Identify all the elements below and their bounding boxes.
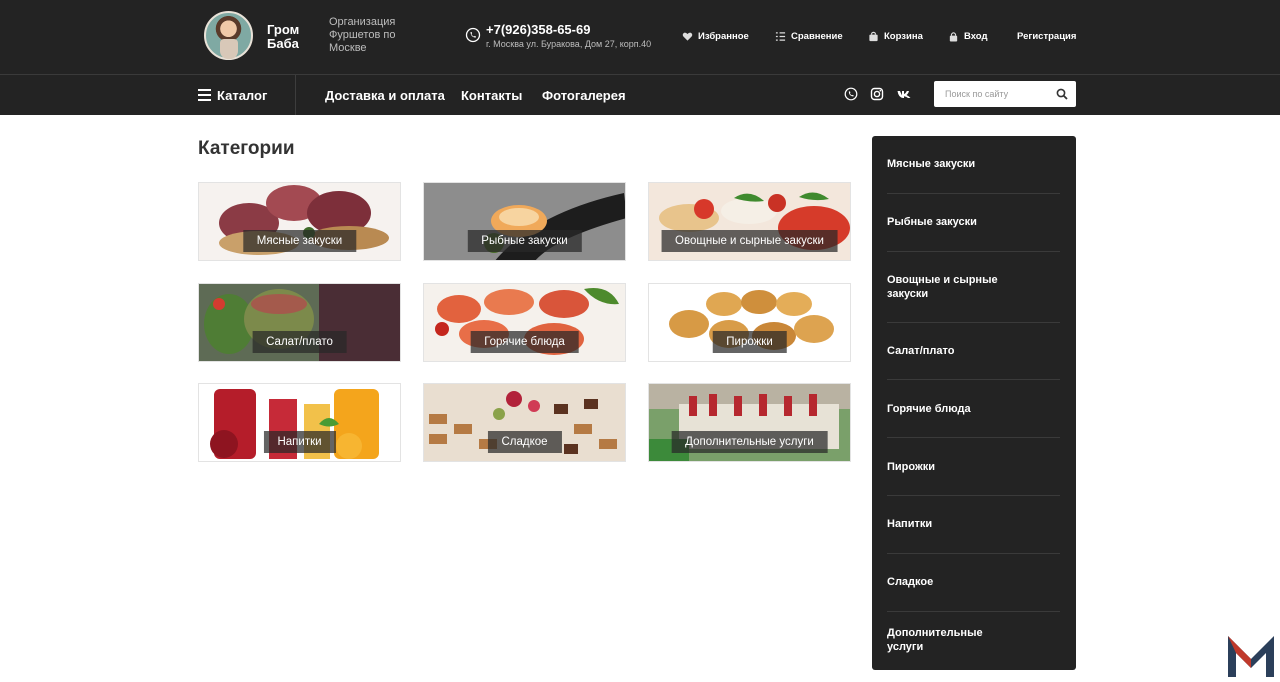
page-title: Категории: [198, 138, 295, 159]
sidebar-item-salad[interactable]: Салат/плато: [887, 323, 1060, 381]
category-label: Мясные закуски: [242, 230, 357, 252]
phone-number[interactable]: +7(926)358-65-69: [486, 22, 590, 37]
sidebar-item-label: Пирожки: [887, 460, 936, 473]
sidebar-item-meat[interactable]: Мясные закуски: [887, 136, 1060, 194]
whatsapp-phone-icon: [465, 27, 481, 43]
site-search: [934, 81, 1076, 107]
category-label: Рыбные закуски: [467, 230, 582, 252]
category-card-services[interactable]: Дополнительные услуги: [648, 383, 851, 462]
category-sidebar: Мясные закуски Рыбные закуски Овощные и …: [872, 136, 1076, 670]
sidebar-item-hot[interactable]: Горячие блюда: [887, 380, 1060, 439]
brand-name[interactable]: Гром Баба: [267, 23, 317, 51]
login-label: Вход: [964, 31, 988, 42]
nav-contacts[interactable]: Контакты: [461, 88, 522, 103]
favorites-link[interactable]: Избранное: [682, 31, 749, 42]
compare-list-icon: [775, 32, 786, 41]
category-label: Дополнительные услуги: [671, 431, 828, 453]
login-link[interactable]: Вход: [948, 31, 988, 42]
category-label: Сладкое: [487, 431, 562, 453]
whatsapp-icon[interactable]: [844, 87, 858, 101]
category-label: Горячие блюда: [470, 331, 579, 353]
catalog-menu-button[interactable]: Каталог: [198, 75, 296, 115]
category-card-hot[interactable]: Горячие блюда: [423, 283, 626, 362]
heart-icon: [682, 32, 693, 41]
sidebar-item-label: Салат/плато: [887, 344, 955, 357]
corner-m-logo[interactable]: [1226, 633, 1276, 678]
sidebar-item-veg-cheese[interactable]: Овощные и сырные закуски: [887, 252, 1060, 323]
category-label: Напитки: [263, 431, 336, 453]
search-input[interactable]: [934, 81, 1052, 107]
sidebar-item-pies[interactable]: Пирожки: [887, 438, 1060, 496]
catalog-label: Каталог: [217, 87, 268, 103]
cart-link[interactable]: Корзина: [868, 31, 923, 42]
cart-label: Корзина: [884, 31, 923, 42]
vk-icon[interactable]: [897, 87, 911, 101]
register-link[interactable]: Регистрация: [1017, 31, 1076, 42]
sidebar-item-label: Сладкое: [887, 576, 934, 589]
sidebar-item-label: Горячие блюда: [887, 402, 971, 415]
category-label: Овощные и сырные закуски: [661, 230, 838, 252]
register-label: Регистрация: [1017, 31, 1077, 42]
compare-label: Сравнение: [791, 31, 843, 42]
favorites-label: Избранное: [698, 31, 749, 42]
search-icon[interactable]: [1056, 88, 1068, 100]
nav-delivery[interactable]: Доставка и оплата: [325, 88, 445, 103]
category-card-pies[interactable]: Пирожки: [648, 283, 851, 362]
main-nav: Каталог Доставка и оплата Контакты Фотог…: [0, 74, 1280, 115]
top-header: Гром Баба Организация Фуршетов по Москве…: [0, 0, 1280, 74]
category-card-fish[interactable]: Рыбные закуски: [423, 182, 626, 261]
bag-icon: [869, 31, 878, 42]
lock-icon: [949, 32, 958, 42]
sidebar-item-drinks[interactable]: Напитки: [887, 496, 1060, 554]
sidebar-item-label: Овощные и сырные закуски: [887, 273, 998, 300]
address-text: г. Москва ул. Буракова, Дом 27, корп.40: [486, 39, 652, 49]
compare-link[interactable]: Сравнение: [775, 31, 843, 42]
category-card-salad[interactable]: Салат/плато: [198, 283, 401, 362]
hamburger-icon: [198, 89, 211, 101]
brand-tagline: Организация Фуршетов по Москве: [329, 16, 396, 54]
category-card-veg-cheese[interactable]: Овощные и сырные закуски: [648, 182, 851, 261]
instagram-icon[interactable]: [870, 87, 884, 101]
category-card-meat[interactable]: Мясные закуски: [198, 182, 401, 261]
logo-avatar[interactable]: [204, 11, 253, 60]
category-label: Салат/плато: [252, 331, 347, 353]
sidebar-item-label: Мясные закуски: [887, 158, 976, 171]
sidebar-item-label: Дополнительные услуги: [887, 627, 983, 654]
nav-gallery[interactable]: Фотогалерея: [542, 88, 626, 103]
sidebar-item-sweets[interactable]: Сладкое: [887, 554, 1060, 612]
category-card-drinks[interactable]: Напитки: [198, 383, 401, 462]
sidebar-item-label: Рыбные закуски: [887, 216, 977, 229]
category-card-sweets[interactable]: Сладкое: [423, 383, 626, 462]
sidebar-item-services[interactable]: Дополнительные услуги: [887, 612, 1060, 670]
sidebar-item-label: Напитки: [887, 518, 933, 531]
category-label: Пирожки: [712, 331, 787, 353]
sidebar-item-fish[interactable]: Рыбные закуски: [887, 194, 1060, 252]
